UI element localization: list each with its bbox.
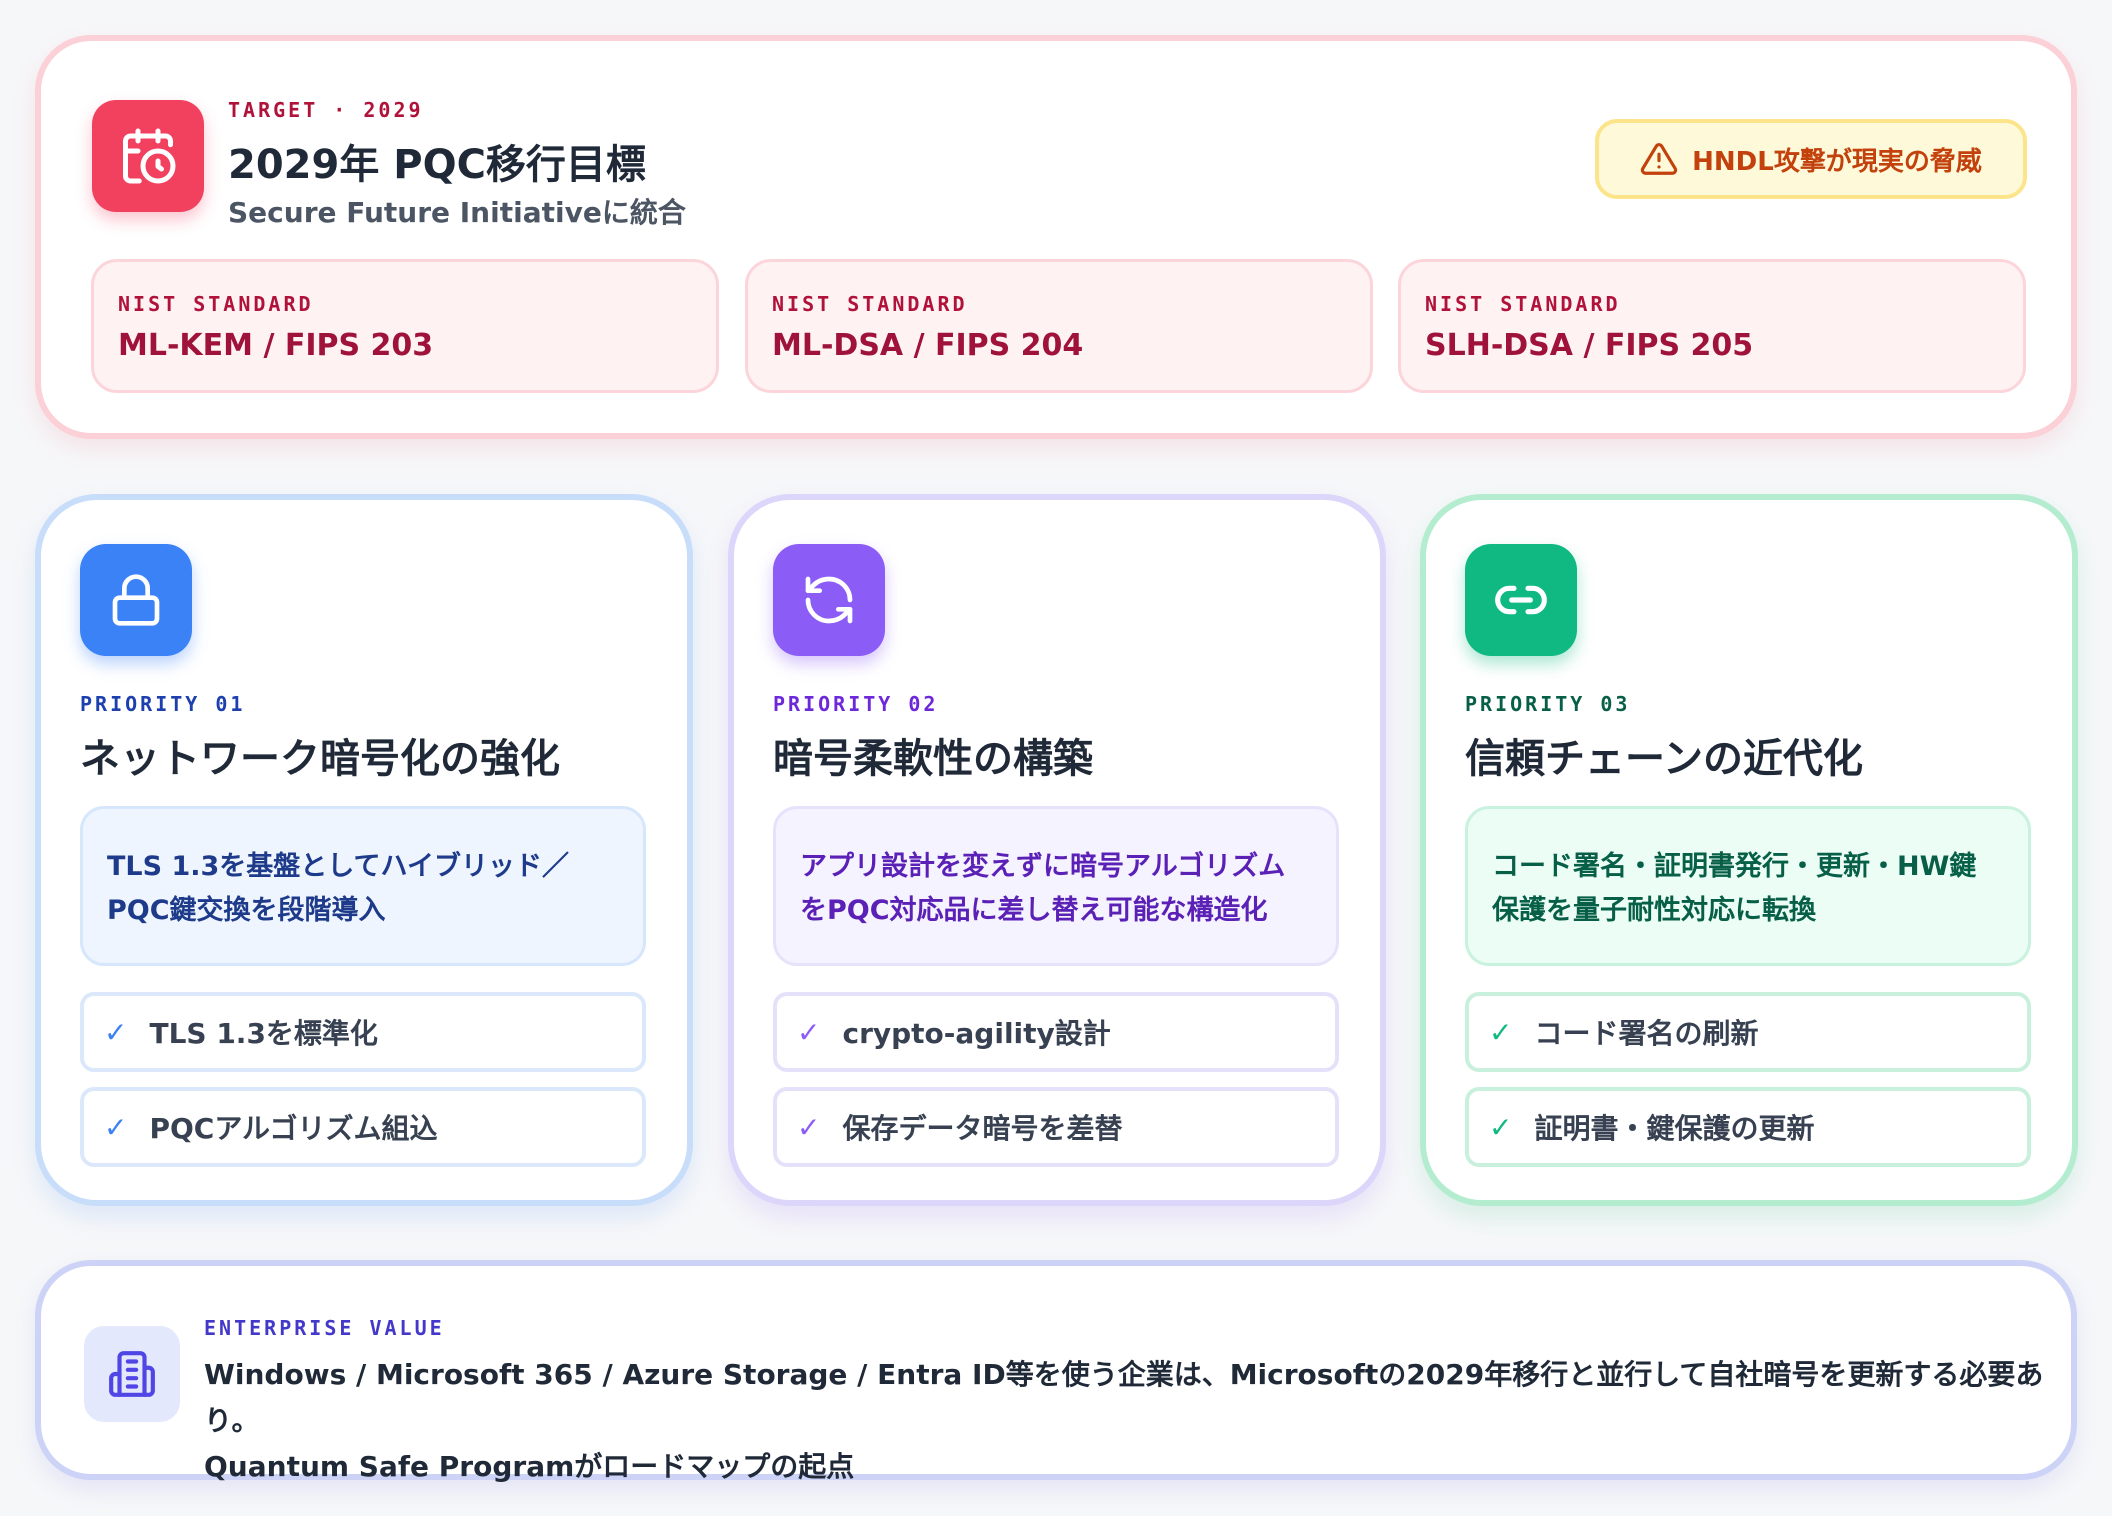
enterprise-value-panel: ENTERPRISE VALUE Windows / Microsoft 365…: [35, 1260, 2077, 1483]
checklist-item: ✓ PQCアルゴリズム組込: [80, 1087, 646, 1167]
checklist-item-label: 保存データ暗号を差替: [842, 1112, 1123, 1145]
priority-kicker: PRIORITY 01: [80, 692, 246, 716]
priority-description: アプリ設計を変えずに暗号アルゴリズム をPQC対応品に差し替え可能な構造化: [773, 806, 1339, 966]
checklist-item-label: PQCアルゴリズム組込: [149, 1112, 438, 1145]
hndl-alert-text: HNDL攻撃が現実の脅威: [1692, 146, 1982, 177]
checklist-item-label: 証明書・鍵保護の更新: [1534, 1112, 1815, 1145]
hndl-alert-badge: HNDL攻撃が現実の脅威: [1595, 119, 2027, 199]
description-line: アプリ設計を変えずに暗号アルゴリズム: [800, 851, 1286, 882]
checklist-item: ✓ コード署名の刷新: [1465, 992, 2031, 1072]
nist-value: ML-DSA / FIPS 204: [772, 328, 1084, 363]
priority-kicker: PRIORITY 03: [1465, 692, 1631, 716]
priority-kicker: PRIORITY 02: [773, 692, 939, 716]
description-line: コード署名・証明書発行・更新・HW鍵: [1492, 851, 1977, 882]
nist-kicker: NIST STANDARD: [1425, 292, 1621, 316]
check-icon: ✓: [104, 1110, 128, 1144]
target-panel: TARGET · 2029 2029年 PQC移行目標 Secure Futur…: [35, 35, 2077, 439]
target-subtitle: Secure Future Initiativeに統合: [228, 196, 686, 229]
description-line: TLS 1.3を基盤としてハイブリッド／: [107, 851, 569, 882]
priority-description: コード署名・証明書発行・更新・HW鍵 保護を量子耐性対応に転換: [1465, 806, 2031, 966]
checklist-item: ✓ 証明書・鍵保護の更新: [1465, 1087, 2031, 1167]
priority-title: 信頼チェーンの近代化: [1465, 736, 1863, 782]
checklist-item: ✓ crypto-agility設計: [773, 992, 1339, 1072]
check-icon: ✓: [797, 1110, 821, 1144]
check-icon: ✓: [1489, 1015, 1513, 1049]
checklist-item: ✓ 保存データ暗号を差替: [773, 1087, 1339, 1167]
checklist-item-label: crypto-agility設計: [842, 1017, 1111, 1050]
warning-icon: [1641, 143, 1678, 175]
priority-title: ネットワーク暗号化の強化: [80, 736, 560, 782]
nist-standard-card: NIST STANDARD SLH-DSA / FIPS 205: [1398, 259, 2026, 393]
nist-value: ML-KEM / FIPS 203: [118, 328, 434, 363]
lock-icon: [80, 544, 192, 656]
enterprise-text: Windows / Microsoft 365 / Azure Storage …: [204, 1352, 2044, 1490]
priority-card-trust-chain: PRIORITY 03 信頼チェーンの近代化 コード署名・証明書発行・更新・HW…: [1420, 494, 2078, 1206]
description-line: 保護を量子耐性対応に転換: [1492, 895, 1816, 926]
checklist-item-label: TLS 1.3を標準化: [149, 1017, 378, 1050]
nist-value: SLH-DSA / FIPS 205: [1425, 328, 1754, 363]
refresh-icon: [773, 544, 885, 656]
calendar-clock-icon: [92, 100, 204, 212]
description-line: をPQC対応品に差し替え可能な構造化: [800, 895, 1268, 926]
checklist-item: ✓ TLS 1.3を標準化: [80, 992, 646, 1072]
priority-description: TLS 1.3を基盤としてハイブリッド／ PQC鍵交換を段階導入: [80, 806, 646, 966]
nist-kicker: NIST STANDARD: [772, 292, 968, 316]
priority-title: 暗号柔軟性の構築: [773, 736, 1093, 782]
nist-kicker: NIST STANDARD: [118, 292, 314, 316]
enterprise-text-line: Quantum Safe Programがロードマップの起点: [204, 1450, 855, 1483]
priority-card-network: PRIORITY 01 ネットワーク暗号化の強化 TLS 1.3を基盤としてハイ…: [35, 494, 693, 1206]
target-title: 2029年 PQC移行目標: [228, 142, 646, 188]
check-icon: ✓: [104, 1015, 128, 1049]
description-line: PQC鍵交換を段階導入: [107, 895, 386, 926]
nist-standard-card: NIST STANDARD ML-KEM / FIPS 203: [91, 259, 719, 393]
enterprise-kicker: ENTERPRISE VALUE: [204, 1316, 445, 1340]
nist-standard-card: NIST STANDARD ML-DSA / FIPS 204: [745, 259, 1373, 393]
check-icon: ✓: [797, 1015, 821, 1049]
priority-card-crypto-agility: PRIORITY 02 暗号柔軟性の構築 アプリ設計を変えずに暗号アルゴリズム …: [728, 494, 1386, 1206]
target-kicker: TARGET · 2029: [228, 98, 424, 122]
checklist-item-label: コード署名の刷新: [1534, 1017, 1759, 1050]
building-icon: [84, 1326, 180, 1422]
check-icon: ✓: [1489, 1110, 1513, 1144]
link-icon: [1465, 544, 1577, 656]
enterprise-text-line: Windows / Microsoft 365 / Azure Storage …: [204, 1358, 2044, 1437]
